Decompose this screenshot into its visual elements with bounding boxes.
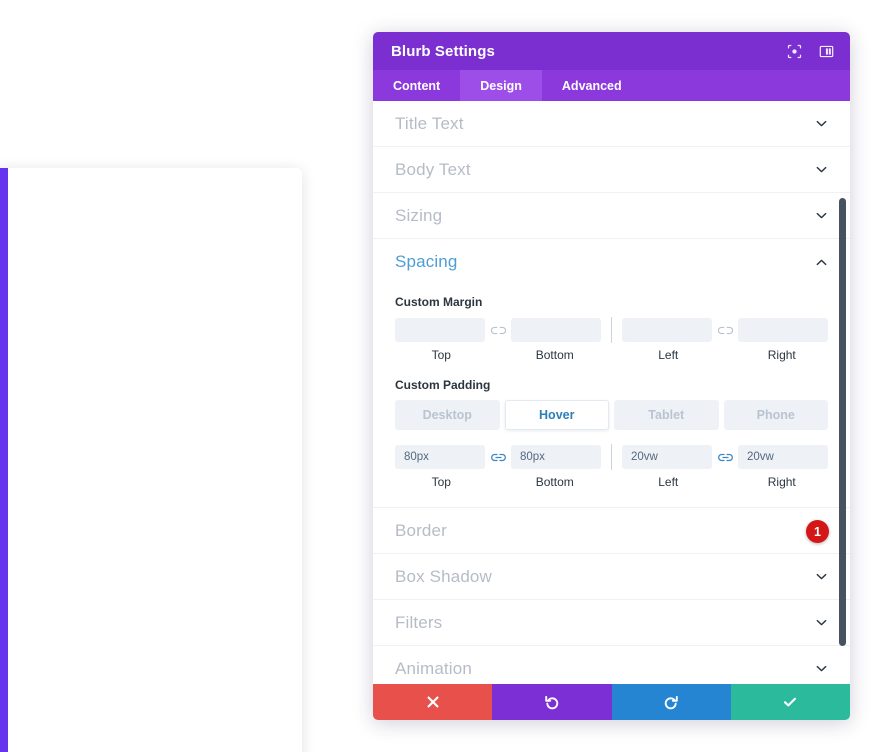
caption-top: Top [431, 348, 451, 362]
undo-arrow-icon [544, 694, 560, 710]
modal-header: Blurb Settings [373, 32, 850, 70]
card-accent-stripe [0, 168, 8, 752]
screen: Blurb Settings Content Design Advanced T… [0, 0, 880, 752]
unlink-icon[interactable] [485, 320, 511, 340]
chevron-down-icon [814, 163, 828, 177]
modal-title: Blurb Settings [391, 42, 495, 60]
checkmark-icon [782, 694, 798, 710]
settings-scroll-area: Title Text Body Text Sizing Spacing Cust… [373, 101, 850, 684]
section-label: Title Text [395, 113, 464, 133]
caption-bottom: Bottom [535, 348, 574, 362]
background-page-card [0, 168, 302, 752]
target-fullscreen-icon[interactable] [787, 44, 802, 59]
custom-padding-label: Custom Padding [395, 378, 491, 392]
field-divider [611, 444, 612, 470]
chevron-down-icon [814, 117, 828, 131]
custom-padding-captions: Top Bottom Left Right [395, 475, 828, 489]
section-label: Sizing [395, 205, 443, 225]
custom-margin-inputs [395, 317, 828, 343]
section-box-shadow[interactable]: Box Shadow [373, 554, 850, 600]
custom-margin-captions: Top Bottom Left Right [395, 348, 828, 362]
margin-right-input[interactable] [738, 318, 828, 342]
section-label: Spacing [395, 252, 458, 271]
link-icon[interactable] [712, 447, 738, 467]
spacing-section-body: Custom Margin Top Bottom Left Right Cust… [373, 295, 850, 508]
link-icon[interactable] [485, 447, 511, 467]
undo-button[interactable] [492, 684, 612, 720]
layout-columns-icon[interactable] [819, 44, 834, 59]
margin-left-input[interactable] [622, 318, 712, 342]
padding-top-input[interactable] [395, 445, 485, 469]
section-label: Filters [395, 612, 443, 632]
chevron-down-icon [814, 616, 828, 630]
section-label: Box Shadow [395, 566, 492, 586]
header-icon-group [787, 44, 834, 59]
chevron-up-icon [814, 255, 828, 269]
section-animation[interactable]: Animation [373, 646, 850, 684]
padding-right-input[interactable] [738, 445, 828, 469]
state-desktop-button[interactable]: Desktop [395, 400, 500, 430]
tab-advanced[interactable]: Advanced [542, 70, 642, 101]
section-label: Body Text [395, 159, 471, 179]
modal-tab-bar: Content Design Advanced [373, 70, 850, 101]
cancel-button[interactable] [373, 684, 493, 720]
redo-button[interactable] [611, 684, 731, 720]
modal-action-bar [373, 684, 850, 720]
caption-left: Left [658, 475, 679, 489]
chevron-down-icon [814, 209, 828, 223]
padding-left-input[interactable] [622, 445, 712, 469]
blurb-settings-modal: Blurb Settings Content Design Advanced T… [373, 32, 850, 720]
caption-right: Right [767, 348, 796, 362]
scrollbar-thumb[interactable] [839, 198, 846, 646]
padding-bottom-input[interactable] [511, 445, 601, 469]
custom-margin-label: Custom Margin [395, 295, 483, 309]
unlink-icon[interactable] [712, 320, 738, 340]
section-body-text[interactable]: Body Text [373, 147, 850, 193]
section-spacing[interactable]: Spacing [373, 239, 850, 285]
padding-state-toggle: Desktop Hover Tablet Phone [395, 400, 828, 430]
section-label: Border [395, 520, 447, 540]
close-x-icon [426, 695, 440, 709]
margin-top-input[interactable] [395, 318, 485, 342]
caption-bottom: Bottom [535, 475, 574, 489]
chevron-down-icon [814, 570, 828, 584]
state-tablet-button[interactable]: Tablet [614, 400, 719, 430]
section-label: Animation [395, 658, 472, 678]
custom-padding-inputs [395, 444, 828, 470]
caption-left: Left [658, 348, 679, 362]
caption-right: Right [767, 475, 796, 489]
tab-design[interactable]: Design [460, 70, 542, 101]
section-title-text[interactable]: Title Text [373, 101, 850, 147]
caption-top: Top [431, 475, 451, 489]
tab-content[interactable]: Content [373, 70, 460, 101]
margin-vertical-group [395, 318, 601, 342]
redo-arrow-icon [663, 694, 679, 710]
save-button[interactable] [730, 684, 850, 720]
section-filters[interactable]: Filters [373, 600, 850, 646]
section-border[interactable]: Border [373, 508, 850, 554]
callout-badge-1: 1 [806, 520, 829, 543]
margin-bottom-input[interactable] [511, 318, 601, 342]
section-sizing[interactable]: Sizing [373, 193, 850, 239]
modal-body: Title Text Body Text Sizing Spacing Cust… [373, 101, 850, 684]
scrollbar-track[interactable] [839, 101, 846, 684]
padding-horizontal-group [622, 445, 828, 469]
state-phone-button[interactable]: Phone [723, 400, 828, 430]
padding-vertical-group [395, 445, 601, 469]
field-divider [611, 317, 612, 343]
chevron-down-icon [814, 662, 828, 676]
state-hover-button[interactable]: Hover [504, 400, 609, 430]
margin-horizontal-group [622, 318, 828, 342]
